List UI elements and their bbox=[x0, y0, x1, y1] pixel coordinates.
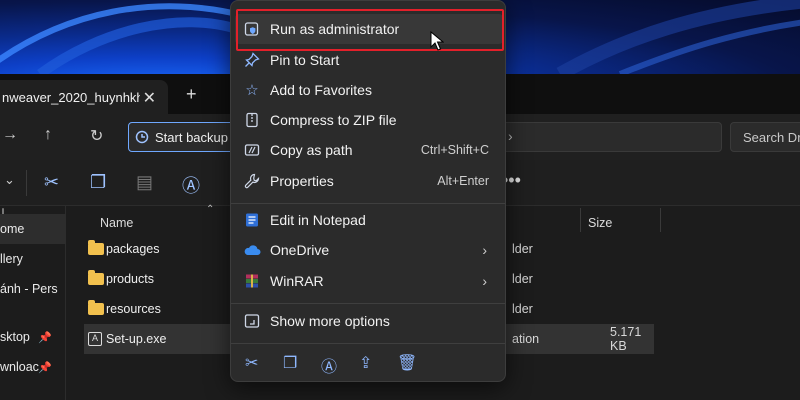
rename-icon[interactable]: Ⓐ bbox=[182, 172, 200, 198]
close-icon[interactable]: ✕ bbox=[143, 88, 156, 108]
pin-icon: 📌 bbox=[38, 361, 52, 374]
file-type: lder bbox=[512, 242, 533, 256]
tab-current-folder[interactable]: nweaver_2020_huynhkhan ✕ bbox=[0, 80, 168, 114]
star-icon: ☆ bbox=[245, 82, 259, 99]
file-size: 5.171 KB bbox=[610, 325, 642, 353]
notepad-icon bbox=[243, 211, 261, 229]
refresh-icon[interactable]: ↻ bbox=[90, 126, 103, 146]
menu-item-shortcut: Ctrl+Shift+C bbox=[420, 143, 489, 157]
menu-item-shortcut: Alt+Enter bbox=[437, 174, 489, 188]
menu-item-label: Show more options bbox=[270, 313, 390, 329]
menu-item-add-to-favorites[interactable]: ☆ Add to Favorites bbox=[235, 75, 503, 105]
wrench-icon bbox=[243, 172, 261, 190]
chevron-down-icon[interactable]: ⌄ bbox=[4, 172, 15, 188]
application-icon: A bbox=[88, 332, 102, 346]
menu-item-label: Properties bbox=[270, 173, 334, 189]
menu-item-label: Copy as path bbox=[270, 142, 353, 158]
pin-icon: 📌 bbox=[38, 331, 52, 344]
cut-icon[interactable]: ✂ bbox=[44, 172, 59, 193]
menu-item-label: Compress to ZIP file bbox=[270, 112, 397, 128]
cut-icon[interactable]: ✂ bbox=[245, 353, 258, 373]
sort-ascending-icon: ⌃ bbox=[206, 204, 215, 215]
paste-icon[interactable]: ▤ bbox=[136, 172, 153, 193]
sidebar-item-label: wnloac bbox=[0, 360, 39, 374]
folder-icon bbox=[88, 240, 104, 255]
mouse-cursor-icon bbox=[430, 31, 444, 51]
menu-item-label: Edit in Notepad bbox=[270, 212, 366, 228]
highlight-box bbox=[236, 9, 504, 51]
quick-actions-row: ✂ ❐ Ⓐ ⇪ 🗑 bbox=[231, 343, 505, 381]
copy-path-icon bbox=[243, 141, 261, 159]
start-backup-button[interactable]: Start backup bbox=[128, 122, 236, 152]
share-icon[interactable]: ⇪ bbox=[359, 353, 372, 373]
new-tab-button[interactable]: + bbox=[186, 84, 197, 105]
menu-item-compress-to-zip[interactable]: Compress to ZIP file bbox=[235, 105, 503, 135]
menu-item-label: Add to Favorites bbox=[270, 82, 372, 98]
sidebar-item-label: ánh - Pers bbox=[0, 282, 58, 296]
menu-item-label: WinRAR bbox=[270, 273, 324, 289]
copy-icon[interactable]: ❐ bbox=[90, 172, 106, 193]
file-name: Set-up.exe bbox=[106, 332, 167, 346]
context-menu: Run as administrator Pin to Start ☆ Add … bbox=[230, 0, 506, 382]
menu-item-edit-in-notepad[interactable]: Edit in Notepad bbox=[235, 205, 503, 235]
menu-item-show-more-options[interactable]: Show more options bbox=[235, 306, 503, 336]
winrar-icon bbox=[243, 272, 261, 290]
folder-icon bbox=[88, 270, 104, 285]
copy-icon[interactable]: ❐ bbox=[283, 353, 297, 373]
file-type: lder bbox=[512, 302, 533, 316]
file-type: ation bbox=[512, 332, 540, 346]
column-header-name[interactable]: Name bbox=[100, 216, 133, 230]
rename-icon[interactable]: Ⓐ bbox=[321, 353, 337, 377]
zip-icon bbox=[243, 111, 261, 129]
menu-item-winrar[interactable]: WinRAR › bbox=[235, 266, 503, 296]
file-name: resources bbox=[106, 302, 161, 316]
divider bbox=[26, 170, 27, 196]
file-name: products bbox=[106, 272, 154, 286]
menu-item-label: Pin to Start bbox=[270, 52, 340, 68]
tab-title: nweaver_2020_huynhkhan bbox=[2, 89, 140, 105]
folder-icon bbox=[88, 300, 104, 315]
search-placeholder: Search Dr bbox=[743, 129, 800, 145]
delete-icon[interactable]: 🗑 bbox=[397, 353, 417, 373]
chevron-right-icon: › bbox=[482, 273, 487, 289]
backup-icon bbox=[135, 130, 149, 144]
chevron-right-icon[interactable]: › bbox=[508, 128, 513, 144]
more-options-icon bbox=[243, 312, 261, 330]
menu-separator bbox=[231, 303, 505, 304]
pin-icon bbox=[243, 51, 261, 69]
navigation-pane: ome llery ánh - Pers sktop 📌 wnloac 📌 bbox=[0, 206, 66, 400]
forward-icon[interactable]: → bbox=[2, 126, 18, 144]
menu-item-properties[interactable]: Properties Alt+Enter bbox=[235, 166, 503, 196]
column-header-size[interactable]: Size bbox=[588, 216, 612, 230]
sidebar-item-label: ome bbox=[0, 222, 25, 236]
column-divider[interactable] bbox=[660, 208, 661, 232]
chevron-right-icon: › bbox=[482, 242, 487, 258]
sidebar-item-gallery[interactable]: llery bbox=[0, 244, 66, 274]
menu-item-label: OneDrive bbox=[270, 242, 330, 258]
up-icon[interactable]: ↑ bbox=[44, 126, 52, 144]
menu-item-onedrive[interactable]: OneDrive › bbox=[235, 235, 503, 265]
start-backup-label: Start backup bbox=[155, 129, 228, 145]
sidebar-item-onedrive-personal[interactable]: ánh - Pers bbox=[0, 274, 66, 304]
column-divider[interactable] bbox=[580, 208, 581, 232]
menu-item-copy-as-path[interactable]: Copy as path Ctrl+Shift+C bbox=[235, 135, 503, 165]
sidebar-item-home[interactable]: ome bbox=[0, 214, 66, 244]
sidebar-item-downloads[interactable]: wnloac 📌 bbox=[0, 352, 66, 382]
cloud-icon bbox=[243, 241, 261, 259]
sidebar-item-label: llery bbox=[0, 252, 23, 266]
file-type: lder bbox=[512, 272, 533, 286]
sidebar-item-label: sktop bbox=[0, 330, 30, 344]
menu-separator bbox=[231, 203, 505, 204]
search-input[interactable]: Search Dr bbox=[730, 122, 800, 152]
sidebar-item-desktop[interactable]: sktop 📌 bbox=[0, 322, 66, 352]
file-name: packages bbox=[106, 242, 160, 256]
